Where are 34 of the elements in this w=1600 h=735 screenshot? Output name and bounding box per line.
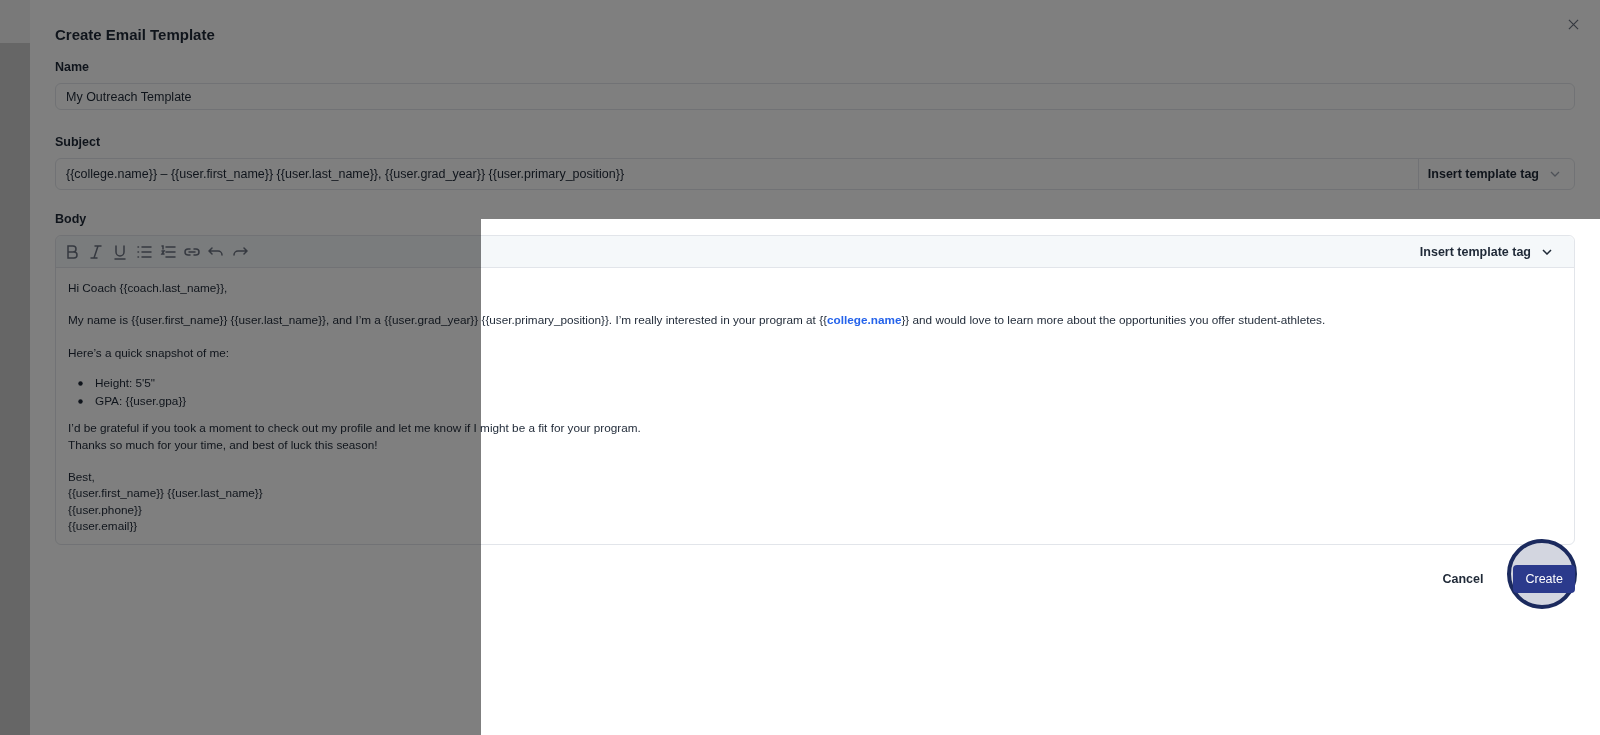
field-label: Subject: [55, 135, 102, 149]
template-tag[interactable]: college.name: [827, 313, 902, 327]
chevron-icon: [1542, 248, 1552, 255]
dialog-title: Create Email Template: [55, 26, 216, 43]
body-text: Best,: [68, 470, 95, 484]
body-text: Thanks so much for your time, and best of luck this season!: [68, 437, 378, 451]
create-button[interactable]: Create: [1513, 565, 1575, 593]
underline-icon[interactable]: [112, 243, 128, 260]
body-text: Hi Coach {{coach.last_name}},: [68, 281, 228, 294]
numbered-list-icon[interactable]: [160, 243, 176, 260]
close-icon[interactable]: [1568, 19, 1579, 30]
body-text: My name is {{user.first_name}} {{user.last_name}}, and I’m a {{user.grad_year}} {{user.primary_position}}. I’m really interested in your program at {{college.name}} and would love to learn more about the opportunities you offer student-athletes.: [68, 313, 1326, 327]
subject-field[interactable]: {{college.name}} – {{user.first_name}} {{user.last_name}}, {{user.grad_year}} {{user.primary_position}} Insert template tag: [55, 158, 1575, 190]
field-label: Body: [55, 212, 88, 226]
subject-text: {{college.name}} – {{user.first_name}} {{user.last_name}}, {{user.grad_year}} {{user.primary_position}}: [65, 167, 626, 181]
insert-tag-dropdown[interactable]: Insert template tag: [1417, 159, 1574, 189]
body-text: Here’s a quick snapshot of me:: [68, 345, 230, 359]
italic-icon[interactable]: [88, 243, 104, 260]
chevron-icon: [1550, 171, 1560, 177]
body-text: {{user.first_name}} {{user.last_name}}: [68, 486, 263, 500]
list-item: GPA: {{user.gpa}}: [95, 393, 187, 410]
body-text: {{user.email}}: [68, 519, 138, 533]
bullet-list-icon[interactable]: [136, 243, 152, 260]
body-text: {{user.phone}}: [68, 502, 142, 516]
field-label: Name: [55, 60, 91, 74]
list-item: Height: 5'5": [95, 375, 155, 392]
body-text: I’d be grateful if you took a moment to check out my profile and let me know if I might be a fit for your program.: [68, 421, 641, 435]
insert-tag-dropdown[interactable]: Insert template tag: [1410, 244, 1566, 259]
bold-icon[interactable]: [64, 243, 80, 260]
bullet-icon: [78, 380, 83, 386]
cancel-button[interactable]: Cancel: [1436, 571, 1490, 587]
body-editor[interactable]: [55, 235, 1575, 545]
name-field[interactable]: My Outreach Template: [55, 83, 1575, 110]
bullet-icon: [78, 398, 83, 404]
